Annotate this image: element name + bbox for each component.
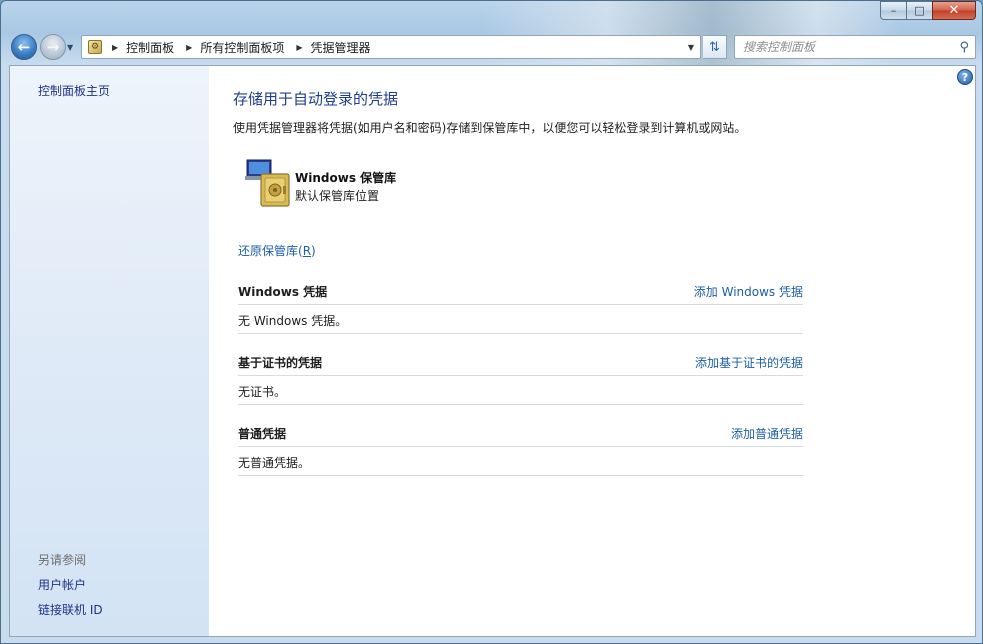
caption-buttons: – □ ✕ bbox=[880, 1, 976, 20]
restore-vault-link[interactable]: 还原保管库(R) bbox=[238, 242, 316, 259]
help-icon[interactable]: ? bbox=[957, 69, 973, 85]
vault-safe-icon bbox=[245, 159, 290, 207]
search-input[interactable] bbox=[743, 40, 943, 54]
restore-vault-label: 还原保管库 bbox=[238, 244, 299, 258]
close-button[interactable]: ✕ bbox=[932, 1, 976, 20]
section-title: Windows 凭据 bbox=[238, 285, 328, 299]
search-icon[interactable]: ⚲ bbox=[959, 40, 969, 55]
page-description: 使用凭据管理器将凭据(如用户名和密码)存储到保管库中，以便您可以轻松登录到计算机… bbox=[233, 121, 747, 135]
section-header: 普通凭据 添加普通凭据 bbox=[238, 418, 803, 447]
section-header: Windows 凭据 添加 Windows 凭据 bbox=[238, 276, 803, 305]
sidebar-link-online-id[interactable]: 链接联机 ID bbox=[38, 601, 103, 618]
breadcrumb-control-panel[interactable]: 控制面板 bbox=[126, 39, 174, 56]
forward-button[interactable]: → bbox=[40, 34, 66, 60]
back-button[interactable]: ← bbox=[11, 34, 37, 60]
navigation-bar: ← → ▼ ⚙ ▶ 控制面板 ▶ 所有控制面板项 ▶ 凭据管理器 ▼ ⇅ ⚲ bbox=[9, 33, 976, 61]
breadcrumb-arrow-icon[interactable]: ▶ bbox=[296, 43, 302, 52]
control-panel-icon: ⚙ bbox=[88, 40, 102, 54]
breadcrumb-arrow-icon[interactable]: ▶ bbox=[186, 43, 192, 52]
restore-vault-shortcut-key: R bbox=[302, 244, 312, 258]
restore-vault-shortcut-close: ) bbox=[311, 244, 316, 258]
content-area: 控制面板主页 另请参阅 用户帐户 链接联机 ID ? 存储用于自动登录的凭据 使… bbox=[9, 65, 976, 637]
vault-location: 默认保管库位置 bbox=[295, 189, 380, 203]
breadcrumb-arrow-icon[interactable]: ▶ bbox=[112, 43, 118, 52]
back-arrow-icon: ← bbox=[17, 38, 31, 56]
main-panel: ? 存储用于自动登录的凭据 使用凭据管理器将凭据(如用户名和密码)存储到保管库中… bbox=[209, 66, 975, 636]
add-certificate-credential-link[interactable]: 添加基于证书的凭据 bbox=[695, 354, 803, 371]
search-box: ⚲ bbox=[734, 35, 976, 59]
maximize-button[interactable]: □ bbox=[906, 1, 932, 20]
forward-arrow-icon: → bbox=[46, 38, 60, 56]
add-windows-credential-link[interactable]: 添加 Windows 凭据 bbox=[694, 283, 803, 300]
windows-vault: Windows 保管库 默认保管库位置 bbox=[243, 158, 543, 214]
recent-pages-dropdown-icon[interactable]: ▼ bbox=[67, 43, 73, 52]
breadcrumb-all-items[interactable]: 所有控制面板项 bbox=[200, 39, 284, 56]
section-title: 普通凭据 bbox=[238, 427, 287, 441]
refresh-button[interactable]: ⇅ bbox=[703, 35, 727, 59]
address-bar[interactable]: ⚙ ▶ 控制面板 ▶ 所有控制面板项 ▶ 凭据管理器 ▼ bbox=[81, 35, 701, 59]
add-generic-credential-link[interactable]: 添加普通凭据 bbox=[731, 425, 803, 442]
sidebar-link-user-accounts[interactable]: 用户帐户 bbox=[38, 576, 86, 593]
section-title: 基于证书的凭据 bbox=[238, 356, 323, 370]
section-generic-credentials: 普通凭据 添加普通凭据 无普通凭据。 bbox=[238, 418, 803, 476]
address-dropdown-icon[interactable]: ▼ bbox=[688, 43, 694, 52]
page-title: 存储用于自动登录的凭据 bbox=[233, 90, 399, 108]
section-windows-credentials: Windows 凭据 添加 Windows 凭据 无 Windows 凭据。 bbox=[238, 276, 803, 334]
sidebar: 控制面板主页 另请参阅 用户帐户 链接联机 ID bbox=[10, 66, 209, 636]
section-empty-text: 无普通凭据。 bbox=[238, 447, 803, 476]
minimize-button[interactable]: – bbox=[880, 1, 906, 20]
section-empty-text: 无 Windows 凭据。 bbox=[238, 305, 803, 334]
window: – □ ✕ ← → ▼ ⚙ ▶ 控制面板 ▶ 所有控制面板项 ▶ 凭据管理器 ▼… bbox=[0, 0, 983, 644]
see-also-heading: 另请参阅 bbox=[38, 553, 87, 567]
section-empty-text: 无证书。 bbox=[238, 376, 803, 405]
breadcrumb-credential-manager[interactable]: 凭据管理器 bbox=[311, 39, 371, 56]
section-header: 基于证书的凭据 添加基于证书的凭据 bbox=[238, 347, 803, 376]
vault-name: Windows 保管库 bbox=[295, 171, 397, 185]
refresh-icon: ⇅ bbox=[709, 39, 720, 55]
sidebar-home-link[interactable]: 控制面板主页 bbox=[38, 82, 110, 99]
section-certificate-credentials: 基于证书的凭据 添加基于证书的凭据 无证书。 bbox=[238, 347, 803, 405]
